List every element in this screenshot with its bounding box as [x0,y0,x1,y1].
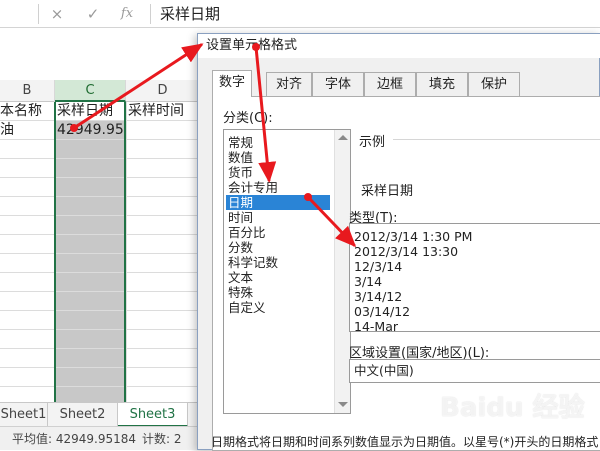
arrow-to-dialog [72,43,204,130]
annotation-arrows [70,43,357,248]
arrow-origin-dot [304,193,312,201]
arrow-to-type-list [306,195,357,248]
arrow-origin-dot [70,124,78,132]
arrow-origin-dot [252,43,260,51]
arrow-to-date-category [254,45,277,183]
tab-number[interactable]: 数字 [212,70,252,97]
